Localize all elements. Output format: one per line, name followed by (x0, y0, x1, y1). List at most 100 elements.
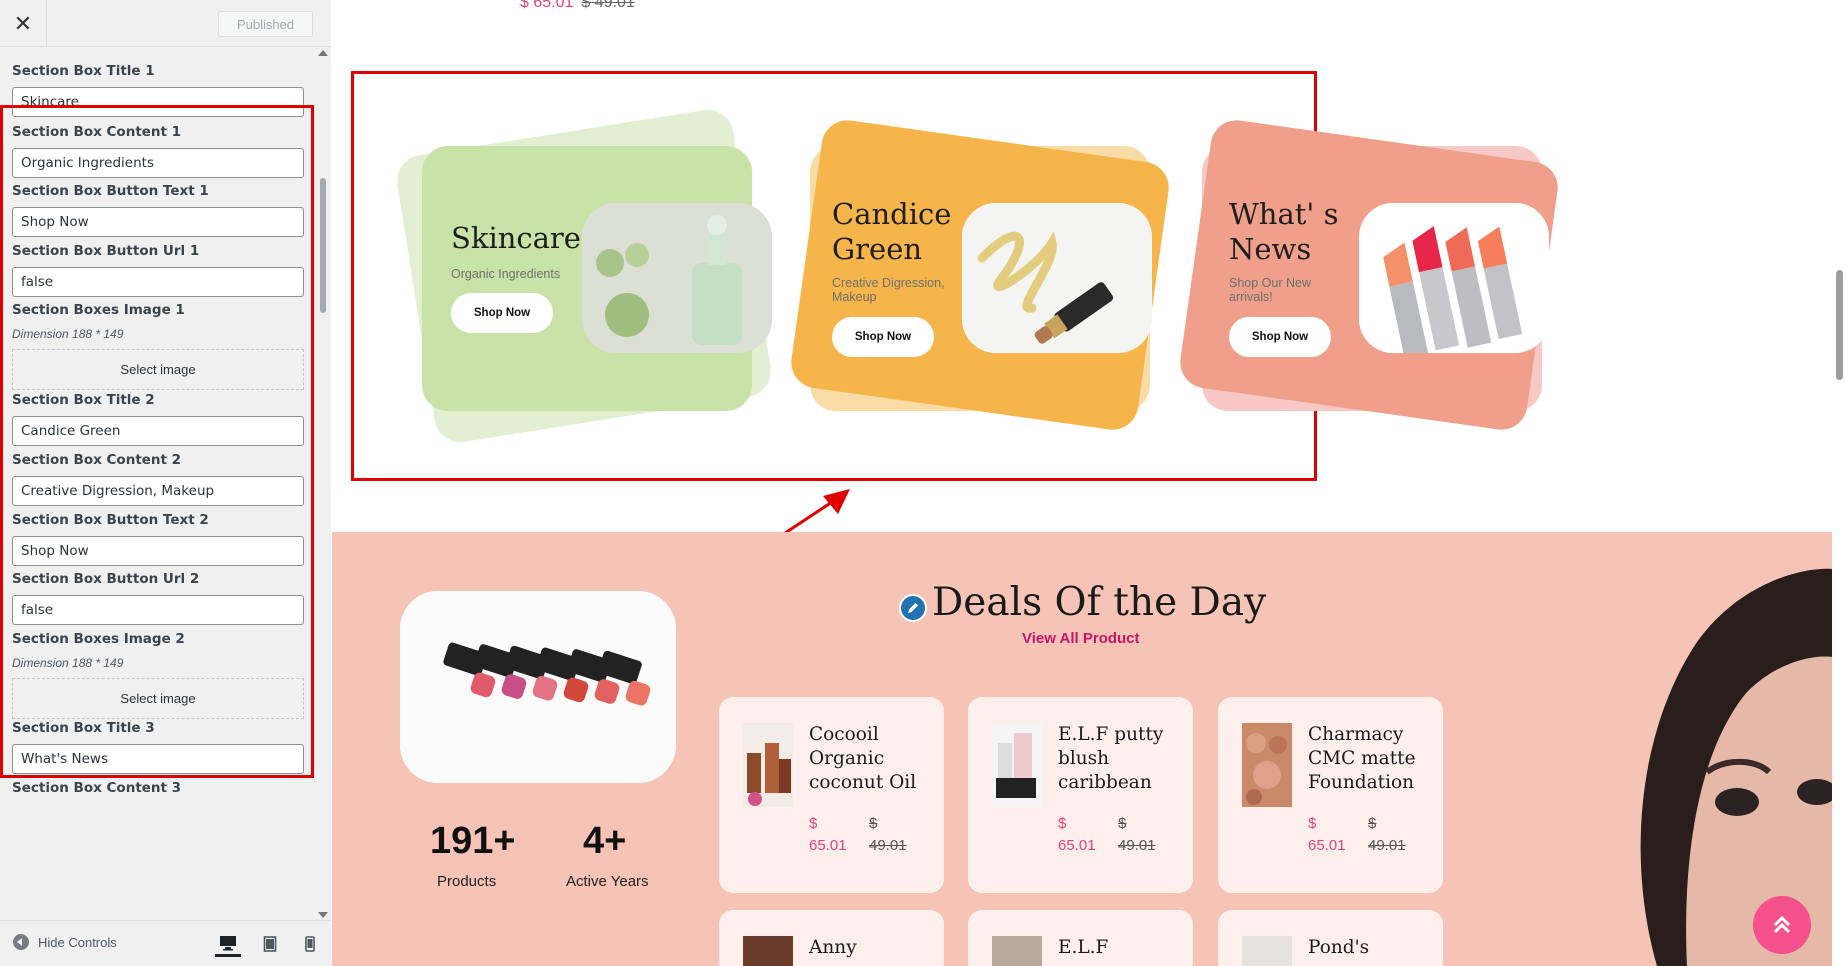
makeup-product-image (962, 203, 1152, 353)
promo-title: Skincare (451, 221, 581, 255)
preview-scrollbar[interactable] (1832, 0, 1846, 966)
product-price: $65.01 (1308, 813, 1348, 857)
section-box-button-url-2-input[interactable]: false (12, 595, 304, 625)
section-box-button-text-1-input[interactable]: Shop Now (12, 207, 304, 237)
tablet-preview-button[interactable] (257, 931, 283, 957)
edit-pencil-icon[interactable] (899, 594, 927, 622)
lipstick-row-icon (400, 591, 676, 783)
product-old-price: $49.01 (1368, 813, 1418, 857)
old-price-value: 49.01 (1368, 837, 1406, 854)
sidebar-scrollbar[interactable] (315, 48, 331, 920)
product-old-price: $49.01 (1118, 813, 1168, 857)
sidebar-scroll-thumb[interactable] (320, 178, 326, 313)
promo-box-2: Candice Green Creative Digression, Makeu… (787, 115, 1180, 445)
preview-scroll-thumb[interactable] (1836, 270, 1843, 380)
product-name: Pond's (1308, 937, 1370, 958)
mobile-preview-button[interactable] (297, 931, 323, 957)
old-price: $ 49.01 (581, 0, 635, 11)
field-section-box-title-1: Section Box Title 1 Skincare (12, 63, 304, 117)
section-box-content-1-input[interactable]: Organic Ingredients (12, 148, 304, 178)
section-box-content-2-input[interactable]: Creative Digression, Makeup (12, 476, 304, 506)
field-section-box-content-3: Section Box Content 3 (12, 780, 304, 796)
currency-symbol: $ (1058, 815, 1067, 832)
lipsticks-icon (1359, 203, 1549, 353)
tablet-icon (263, 936, 277, 952)
product-name: E.L.F (1058, 937, 1109, 958)
promo-box-1: Skincare Organic Ingredients Shop Now (393, 106, 775, 446)
product-price: $65.01 (1058, 813, 1098, 857)
shop-now-button[interactable]: Shop Now (1229, 317, 1331, 357)
close-customizer-button[interactable]: ✕ (0, 0, 47, 47)
product-card[interactable]: E.L.F (968, 910, 1193, 966)
currency-symbol: $ (1308, 815, 1317, 832)
select-image-1-button[interactable]: Select image (12, 349, 304, 390)
currency-symbol: $ (1118, 815, 1127, 832)
field-label: Section Boxes Image 2 (12, 631, 185, 647)
field-description: Dimension 188 * 149 (12, 656, 124, 670)
product-card[interactable]: E.L.F putty blush caribbean $65.01 $49.0… (968, 697, 1193, 893)
customizer-sidebar: ✕ Published Section Box Title 1 Skincare… (0, 0, 331, 966)
section-box-button-text-2-input[interactable]: Shop Now (12, 536, 304, 566)
promo-title: What' s News (1229, 197, 1339, 266)
hide-controls-label: Hide Controls (38, 934, 117, 950)
field-label: Section Box Button Url 2 (12, 571, 200, 587)
scroll-up-arrow-icon[interactable] (318, 50, 328, 56)
currency-symbol: $ (869, 815, 878, 832)
shop-now-button[interactable]: Shop Now (832, 317, 934, 357)
field-section-box-title-3: Section Box Title 3 What's News (12, 720, 304, 774)
field-label: Section Box Button Url 1 (12, 243, 200, 259)
old-price-value: 49.01 (869, 837, 907, 854)
product-card[interactable]: Anny (719, 910, 944, 966)
field-section-box-title-2: Section Box Title 2 Candice Green (12, 392, 304, 446)
section-box-title-1-input[interactable]: Skincare (12, 87, 304, 117)
product-card[interactable]: Cocooil Organic coconut Oil $65.01 $49.0… (719, 697, 944, 893)
product-thumbnail (992, 936, 1042, 966)
shop-now-button[interactable]: Shop Now (451, 293, 553, 333)
blush-product-icon (992, 723, 1042, 807)
deals-lipsticks-image (400, 591, 676, 783)
lipstick-swatch-icon (962, 203, 1152, 353)
product-card[interactable]: Pond's (1218, 910, 1443, 966)
collapse-arrow-icon (13, 934, 29, 950)
hide-controls-button[interactable]: Hide Controls (13, 934, 117, 950)
promo-subtitle: Shop Our New arrivals! (1229, 276, 1311, 304)
stat-products-label: Products (437, 873, 497, 890)
product-name: Cocooil Organic coconut Oil (809, 724, 917, 793)
price-value: 65.01 (1058, 837, 1096, 854)
skincare-product-image (582, 203, 772, 353)
product-thumbnail (743, 936, 793, 966)
scroll-to-top-button[interactable] (1753, 896, 1811, 954)
site-preview[interactable]: $ 65.01 $ 49.01 Skincare Organic Ingredie… (332, 0, 1846, 966)
product-card[interactable]: Charmacy CMC matte Foundation $65.01 $49… (1218, 697, 1443, 893)
field-label: Section Box Title 3 (12, 720, 155, 736)
promo-subtitle: Creative Digression, Makeup (832, 276, 945, 304)
scroll-down-arrow-icon[interactable] (318, 912, 328, 918)
current-price: $ 65.01 (520, 0, 574, 11)
currency-symbol: $ (809, 815, 818, 832)
promo-title: Candice Green (832, 197, 952, 266)
section-box-title-2-input[interactable]: Candice Green (12, 416, 304, 446)
currency-symbol: $ (1368, 815, 1377, 832)
coconut-oil-product-icon (743, 723, 793, 807)
section-box-title-3-input[interactable]: What's News (12, 744, 304, 774)
published-button[interactable]: Published (218, 11, 313, 37)
sidebar-controls-scroll[interactable]: Section Box Title 1 Skincare Section Box… (0, 48, 331, 920)
field-section-box-content-1: Section Box Content 1 Organic Ingredient… (12, 124, 304, 178)
section-box-button-url-1-input[interactable]: false (12, 267, 304, 297)
stat-years-number: 4+ (583, 820, 627, 862)
field-label: Section Box Content 2 (12, 452, 182, 468)
mobile-icon (305, 936, 315, 952)
field-section-box-button-url-2: Section Box Button Url 2 false (12, 571, 304, 625)
field-section-box-button-text-2: Section Box Button Text 2 Shop Now (12, 512, 304, 566)
product-name: Anny (809, 937, 857, 958)
field-description: Dimension 188 * 149 (12, 327, 124, 341)
product-name: Charmacy CMC matte Foundation (1308, 724, 1416, 793)
double-chevron-up-icon (1773, 915, 1791, 934)
deals-section: 191+ Products 4+ Active Years Deals Of t… (332, 532, 1846, 966)
field-label: Section Box Button Text 2 (12, 512, 209, 528)
stat-products-number: 191+ (430, 820, 516, 862)
field-section-boxes-image-2: Section Boxes Image 2 Dimension 188 * 14… (12, 631, 304, 719)
select-image-2-button[interactable]: Select image (12, 678, 304, 719)
view-all-product-link[interactable]: View All Product (1022, 630, 1140, 647)
desktop-preview-button[interactable] (215, 931, 241, 957)
